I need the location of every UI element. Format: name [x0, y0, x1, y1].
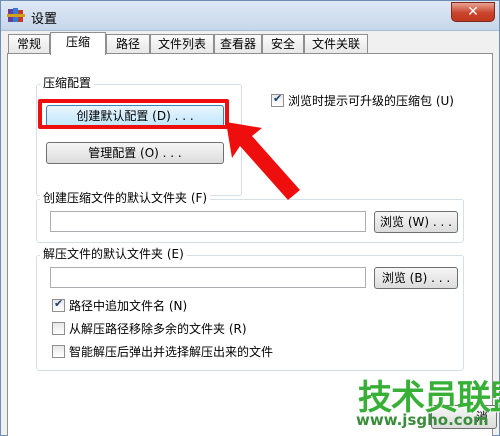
watermark: 技术员联盟 www.jsgho.com — [346, 370, 500, 432]
tab-path[interactable]: 路径 — [106, 34, 150, 54]
tab-file-association[interactable]: 文件关联 — [304, 34, 368, 54]
tab-general[interactable]: 常规 — [8, 34, 50, 54]
tab-compression[interactable]: 压缩 — [50, 32, 106, 55]
title-bar[interactable]: 设置 ✕ — [1, 1, 499, 31]
append-filename-label: 路径中追加文件名 (N) — [69, 299, 188, 313]
smart-extract-popup-checkbox[interactable] — [52, 345, 65, 358]
default-extract-folder-input[interactable] — [50, 267, 366, 288]
window-title: 设置 — [31, 12, 58, 27]
append-filename-checkbox[interactable] — [52, 297, 65, 312]
tab-security[interactable]: 安全 — [262, 34, 304, 54]
default-archive-folder-input[interactable] — [50, 211, 366, 232]
browse-extract-folder-button[interactable]: 浏览 (B) . . . — [374, 267, 458, 289]
tab-file-list[interactable]: 文件列表 — [150, 34, 214, 54]
upgrade-prompt-label: 浏览时提示可升级的压缩包 (U) — [288, 94, 454, 108]
smart-extract-popup-label: 智能解压后弹出并选择解压出来的文件 — [69, 345, 274, 359]
watermark-url: www.jsgho.com — [356, 411, 489, 429]
remove-redundant-folders-label: 从解压路径移除多余的文件夹 (R) — [69, 322, 247, 336]
upgrade-prompt-checkbox[interactable] — [271, 92, 284, 107]
tab-strip: 常规 压缩 路径 文件列表 查看器 安全 文件关联 — [8, 32, 498, 55]
highlight-box — [38, 99, 229, 129]
winrar-app-icon — [7, 8, 25, 22]
default-extract-folder-label: 解压文件的默认文件夹 (E) — [40, 245, 187, 262]
default-archive-folder-label: 创建压缩文件的默认文件夹 (F) — [40, 189, 211, 206]
remove-redundant-folders-checkbox[interactable] — [52, 322, 65, 335]
manage-config-button[interactable]: 管理配置 (O) . . . — [46, 142, 224, 164]
close-button[interactable]: ✕ — [451, 2, 495, 22]
tab-viewer[interactable]: 查看器 — [214, 34, 262, 54]
compression-config-label: 压缩配置 — [40, 74, 95, 91]
browse-archive-folder-button[interactable]: 浏览 (W) . . . — [374, 211, 458, 233]
